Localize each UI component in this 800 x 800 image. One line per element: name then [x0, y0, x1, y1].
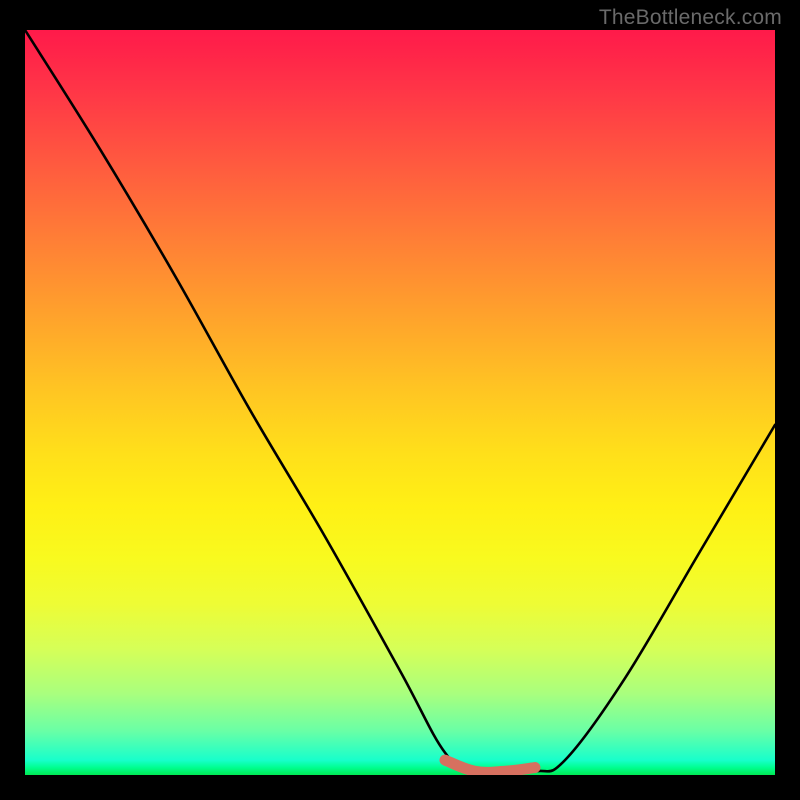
chart-container: TheBottleneck.com	[0, 0, 800, 800]
optimal-range-highlight	[25, 30, 775, 775]
plot-area	[25, 30, 775, 775]
watermark-text: TheBottleneck.com	[599, 6, 782, 30]
accent-path	[445, 760, 535, 772]
